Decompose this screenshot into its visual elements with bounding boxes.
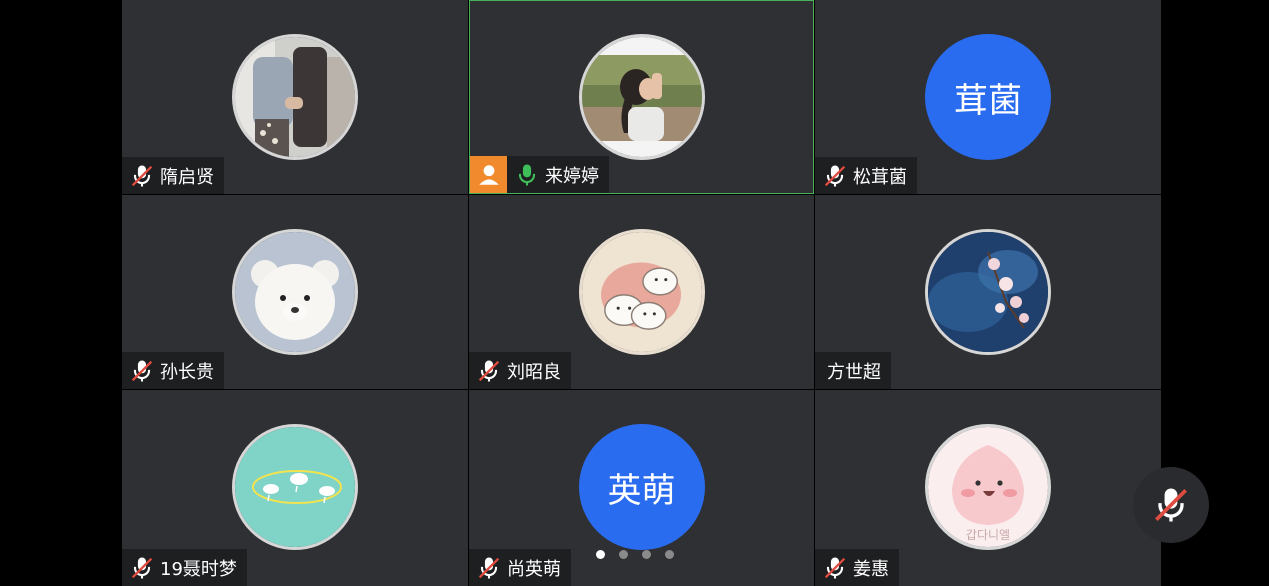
host-badge (470, 156, 507, 193)
participant-name: 隋启贤 (160, 166, 214, 188)
girl-photo-icon (581, 37, 702, 157)
avatar-caption: 갑다니엘 (966, 528, 1010, 542)
mic-active-icon (513, 161, 541, 189)
participant-tile-speaking[interactable]: 来婷婷 (469, 0, 814, 194)
participant-avatar-initials: 英萌 (578, 424, 705, 550)
participant-tile[interactable]: 隋启贤 (122, 0, 468, 194)
participant-tile[interactable]: 刘昭良 (469, 195, 814, 389)
participant-nameplate: 松茸菌 (815, 157, 917, 194)
teddy-bear-photo-icon (235, 232, 355, 352)
participant-name: 方世超 (827, 361, 881, 383)
mic-muted-icon (128, 357, 156, 385)
page-indicator (0, 550, 1269, 559)
participant-nameplate: 来婷婷 (470, 156, 609, 193)
participant-tile[interactable]: 孙长贵 (122, 195, 468, 389)
participant-nameplate: 孙长贵 (122, 352, 224, 389)
mic-muted-icon (475, 357, 503, 385)
participant-nameplate: 方世超 (815, 352, 891, 389)
participant-avatar (232, 424, 358, 550)
participant-name: 刘昭良 (507, 361, 561, 383)
participant-tile[interactable]: 方世超 (815, 195, 1161, 389)
page-dot-active[interactable] (595, 550, 605, 559)
video-meeting-screen: 隋启贤 来婷婷 茸菌 松茸菌 孙长贵 刘昭良 方世超 19聂时梦 英萌 尚英萌 … (0, 0, 1269, 586)
page-dot[interactable] (618, 550, 628, 559)
participant-avatar: 갑다니엘 (925, 424, 1051, 550)
participant-avatar (578, 229, 705, 355)
participant-avatar (232, 34, 358, 160)
participant-name: 来婷婷 (545, 165, 599, 187)
participant-nameplate: 隋启贤 (122, 157, 224, 194)
people-photo-icon (235, 37, 355, 157)
mic-muted-icon (821, 162, 849, 190)
participant-avatar-initials: 茸菌 (925, 34, 1051, 160)
page-dot[interactable] (664, 550, 674, 559)
participant-avatar (578, 34, 705, 160)
cloud-illustration-icon (235, 427, 355, 547)
participant-nameplate: 刘昭良 (469, 352, 571, 389)
participant-name: 孙长贵 (160, 361, 214, 383)
mic-muted-icon (1149, 483, 1193, 527)
participant-name: 松茸菌 (853, 166, 907, 188)
cartoon-rabbits-icon (581, 232, 702, 352)
blossom-painting-icon (928, 232, 1048, 352)
participant-avatar (925, 229, 1051, 355)
page-dot[interactable] (641, 550, 651, 559)
self-mic-toggle-button[interactable] (1133, 467, 1209, 543)
peach-character-icon: 갑다니엘 (928, 427, 1048, 547)
person-icon (478, 164, 499, 185)
participant-grid: 隋启贤 来婷婷 茸菌 松茸菌 孙长贵 刘昭良 方世超 19聂时梦 英萌 尚英萌 … (122, 0, 1161, 586)
participant-avatar (232, 229, 358, 355)
participant-tile[interactable]: 茸菌 松茸菌 (815, 0, 1161, 194)
mic-muted-icon (128, 162, 156, 190)
